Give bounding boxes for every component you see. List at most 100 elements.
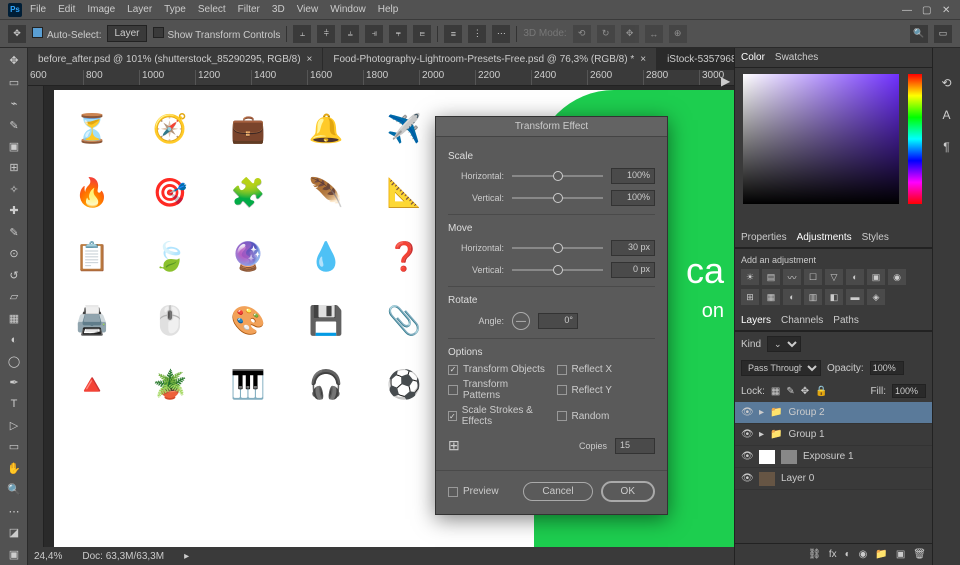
- anchor-icon[interactable]: ⊞: [448, 437, 460, 454]
- history-brush-tool[interactable]: ↺: [2, 266, 26, 285]
- healing-tool[interactable]: ✚: [2, 201, 26, 220]
- posterize-adj[interactable]: ▥: [804, 289, 822, 305]
- distribute-1-icon[interactable]: ≡: [444, 25, 462, 43]
- expand-icon[interactable]: ▸: [759, 429, 764, 440]
- align-left-icon[interactable]: ⫣: [365, 25, 383, 43]
- lock-brush-icon[interactable]: ✎: [786, 386, 794, 397]
- adjustments-tab[interactable]: Adjustments: [797, 232, 852, 243]
- brush-tool[interactable]: ✎: [2, 223, 26, 242]
- document-tab-0[interactable]: before_after.psd @ 101% (shutterstock_85…: [28, 48, 323, 70]
- angle-input[interactable]: 0°: [538, 313, 578, 329]
- brightness-adj[interactable]: ☀: [741, 269, 759, 285]
- group-icon[interactable]: 📁: [875, 549, 887, 560]
- layer-row[interactable]: 👁Exposure 1: [735, 446, 932, 468]
- document-tab-1[interactable]: Food-Photography-Lightroom-Presets-Free.…: [323, 48, 657, 70]
- photo-filter-adj[interactable]: ◉: [888, 269, 906, 285]
- edit-toolbar[interactable]: ⋯: [2, 502, 26, 521]
- cancel-button[interactable]: Cancel: [523, 482, 592, 501]
- copies-input[interactable]: 15: [615, 438, 655, 454]
- pen-tool[interactable]: ✒: [2, 373, 26, 392]
- eyedropper-tool[interactable]: ✧: [2, 180, 26, 199]
- lock-transparency-icon[interactable]: ▦: [771, 386, 780, 397]
- visibility-icon[interactable]: 👁: [741, 407, 753, 418]
- path-tool[interactable]: ▷: [2, 416, 26, 435]
- gradient-map-adj[interactable]: ▬: [846, 289, 864, 305]
- shape-tool[interactable]: ▭: [2, 437, 26, 456]
- search-icon[interactable]: 🔍: [910, 25, 928, 43]
- auto-select-dropdown[interactable]: Layer: [107, 25, 146, 42]
- close-tab-icon[interactable]: ×: [307, 54, 313, 65]
- mask-icon[interactable]: ◐: [845, 549, 851, 560]
- lock-all-icon[interactable]: 🔒: [815, 386, 827, 397]
- paths-tab[interactable]: Paths: [833, 315, 859, 326]
- menu-type[interactable]: Type: [164, 4, 186, 15]
- vibrance-adj[interactable]: ▽: [825, 269, 843, 285]
- threshold-adj[interactable]: ◧: [825, 289, 843, 305]
- more-align-icon[interactable]: ⋯: [492, 25, 510, 43]
- color-field[interactable]: [743, 74, 899, 204]
- align-bottom-icon[interactable]: ⫨: [341, 25, 359, 43]
- minimize-button[interactable]: —: [902, 5, 912, 15]
- 3d-pan-icon[interactable]: ✥: [621, 25, 639, 43]
- blend-mode[interactable]: Pass Through: [741, 360, 821, 376]
- menu-window[interactable]: Window: [330, 4, 366, 15]
- lasso-tool[interactable]: ⌁: [2, 94, 26, 113]
- stamp-tool[interactable]: ⊙: [2, 244, 26, 263]
- menu-filter[interactable]: Filter: [238, 4, 260, 15]
- 3d-orbit-icon[interactable]: ⟲: [573, 25, 591, 43]
- ok-button[interactable]: OK: [601, 481, 655, 502]
- close-tab-icon[interactable]: ×: [640, 54, 646, 65]
- workspace-icon[interactable]: ▭: [934, 25, 952, 43]
- fill-input[interactable]: [892, 384, 926, 398]
- play-icon[interactable]: ▶: [721, 74, 730, 88]
- expand-icon[interactable]: ▸: [759, 407, 764, 418]
- bw-adj[interactable]: ▣: [867, 269, 885, 285]
- layer-row[interactable]: 👁▸📁Group 2: [735, 402, 932, 424]
- move-v-input[interactable]: 0 px: [611, 262, 655, 278]
- preview-checkbox[interactable]: Preview: [448, 486, 499, 497]
- character-panel-icon[interactable]: A: [942, 108, 950, 122]
- paragraph-panel-icon[interactable]: ¶: [943, 140, 949, 154]
- properties-tab[interactable]: Properties: [741, 232, 787, 243]
- fx-icon[interactable]: fx: [829, 549, 837, 560]
- menu-image[interactable]: Image: [87, 4, 115, 15]
- dialog-title[interactable]: Transform Effect: [436, 117, 667, 137]
- styles-tab[interactable]: Styles: [862, 232, 889, 243]
- blur-tool[interactable]: ◐: [2, 330, 26, 349]
- channel-mixer-adj[interactable]: ⊞: [741, 289, 759, 305]
- opacity-input[interactable]: [870, 361, 904, 375]
- new-layer-icon[interactable]: ▣: [896, 549, 905, 560]
- scale-v-slider[interactable]: [512, 197, 603, 199]
- swatches-tab[interactable]: Swatches: [775, 52, 818, 63]
- auto-select-checkbox[interactable]: [32, 27, 43, 38]
- menu-view[interactable]: View: [297, 4, 319, 15]
- curves-adj[interactable]: 〰: [783, 269, 801, 285]
- vertical-ruler[interactable]: [28, 86, 44, 547]
- dodge-tool[interactable]: ◯: [2, 351, 26, 370]
- kind-filter[interactable]: ⌄: [767, 336, 801, 352]
- hue-adj[interactable]: ◐: [846, 269, 864, 285]
- quick-mask-tool[interactable]: ▣: [2, 544, 26, 563]
- random-checkbox[interactable]: Random: [557, 405, 656, 427]
- hand-tool[interactable]: ✋: [2, 459, 26, 478]
- visibility-icon[interactable]: 👁: [741, 473, 753, 484]
- align-hcenter-icon[interactable]: ⫧: [389, 25, 407, 43]
- reflect-y-checkbox[interactable]: Reflect Y: [557, 379, 656, 401]
- foreground-background-color[interactable]: ◪: [2, 523, 26, 542]
- align-top-icon[interactable]: ⫠: [293, 25, 311, 43]
- exposure-adj[interactable]: ☐: [804, 269, 822, 285]
- align-right-icon[interactable]: ⫢: [413, 25, 431, 43]
- frame-tool[interactable]: ⊞: [2, 158, 26, 177]
- close-button[interactable]: ✕: [942, 5, 952, 15]
- layer-row[interactable]: 👁Layer 0: [735, 468, 932, 490]
- adjustment-layer-icon[interactable]: ◉: [859, 549, 868, 560]
- move-v-slider[interactable]: [512, 269, 603, 271]
- scale-strokes-checkbox[interactable]: Scale Strokes & Effects: [448, 405, 547, 427]
- move-h-input[interactable]: 30 px: [611, 240, 655, 256]
- menu-file[interactable]: File: [30, 4, 46, 15]
- menu-3d[interactable]: 3D: [272, 4, 285, 15]
- move-tool[interactable]: ✥: [2, 51, 26, 70]
- transform-objects-checkbox[interactable]: Transform Objects: [448, 364, 547, 375]
- layers-tab[interactable]: Layers: [741, 315, 771, 326]
- visibility-icon[interactable]: 👁: [741, 429, 753, 440]
